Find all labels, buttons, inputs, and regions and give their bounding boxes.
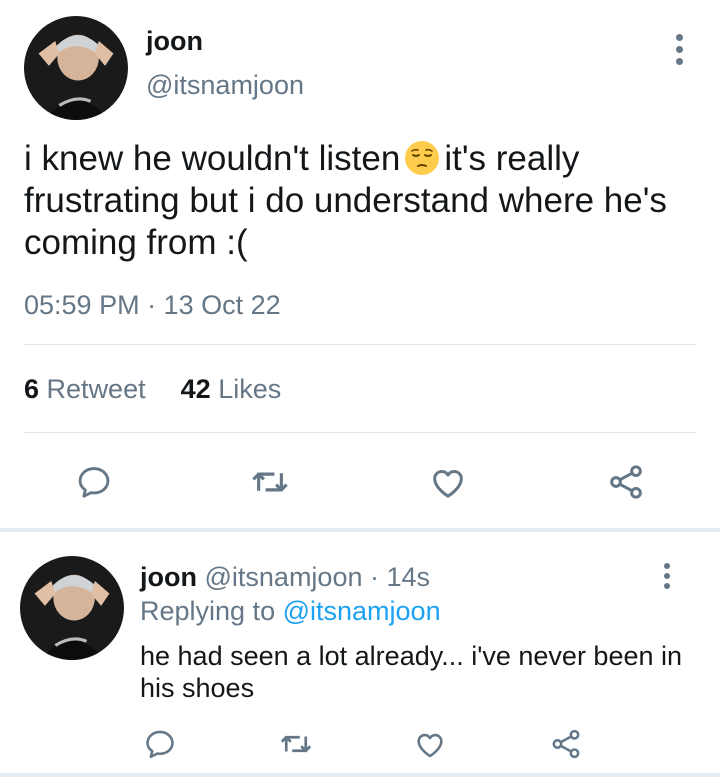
retweet-button[interactable]: [276, 724, 316, 764]
likes-label: Likes: [218, 374, 282, 404]
avatar-image: [24, 16, 128, 120]
like-icon: [417, 733, 443, 758]
avatar-image: [20, 556, 124, 660]
share-button[interactable]: [604, 460, 648, 504]
more-options-icon[interactable]: [658, 563, 676, 595]
replying-label: Replying to: [140, 596, 276, 626]
divider: [24, 344, 696, 345]
likes-count: 42: [180, 374, 211, 404]
timestamp[interactable]: 05:59 PM · 13 Oct 22: [24, 290, 281, 321]
like-button[interactable]: [426, 460, 470, 504]
main-tweet: joon @itsnamjoon i knew he wouldn't list…: [0, 0, 720, 530]
bottom-divider: [0, 773, 720, 777]
replying-to: Replying to @itsnamjoon: [140, 596, 441, 627]
reply-icon: [146, 730, 174, 759]
display-name[interactable]: joon: [146, 26, 203, 57]
like-button[interactable]: [410, 724, 450, 764]
more-options-icon[interactable]: [670, 34, 688, 70]
pensive-face-emoji: [405, 141, 440, 175]
reply-button[interactable]: [72, 460, 116, 504]
share-button[interactable]: [546, 724, 586, 764]
reply-icon: [78, 467, 110, 498]
avatar[interactable]: [20, 556, 124, 660]
retweet-stat[interactable]: 6 Retweet: [24, 374, 146, 404]
avatar[interactable]: [24, 16, 128, 120]
retweet-icon: [252, 472, 288, 492]
display-name[interactable]: joon: [140, 562, 197, 592]
reply-header: joon @itsnamjoon · 14s: [140, 562, 430, 593]
share-icon: [610, 465, 642, 499]
share-icon: [552, 729, 580, 759]
tweet-text-part: i knew he wouldn't listen: [24, 139, 401, 178]
section-separator: [0, 528, 720, 532]
handle[interactable]: @itsnamjoon: [146, 70, 304, 101]
engagement-stats: 6 Retweet 42 Likes: [24, 374, 281, 405]
retweet-label: Retweet: [46, 374, 146, 404]
retweet-button[interactable]: [248, 460, 292, 504]
tweet-text: i knew he wouldn't listen it's really fru…: [24, 138, 704, 264]
retweet-icon: [280, 735, 312, 753]
reply-button[interactable]: [140, 724, 180, 764]
like-icon: [433, 470, 463, 498]
replying-handle-link[interactable]: @itsnamjoon: [283, 596, 441, 626]
retweet-count: 6: [24, 374, 40, 404]
reply-text: he had seen a lot already... i've never …: [140, 641, 683, 703]
handle-time[interactable]: @itsnamjoon · 14s: [205, 562, 431, 592]
divider: [24, 432, 696, 433]
likes-stat[interactable]: 42 Likes: [181, 374, 282, 404]
